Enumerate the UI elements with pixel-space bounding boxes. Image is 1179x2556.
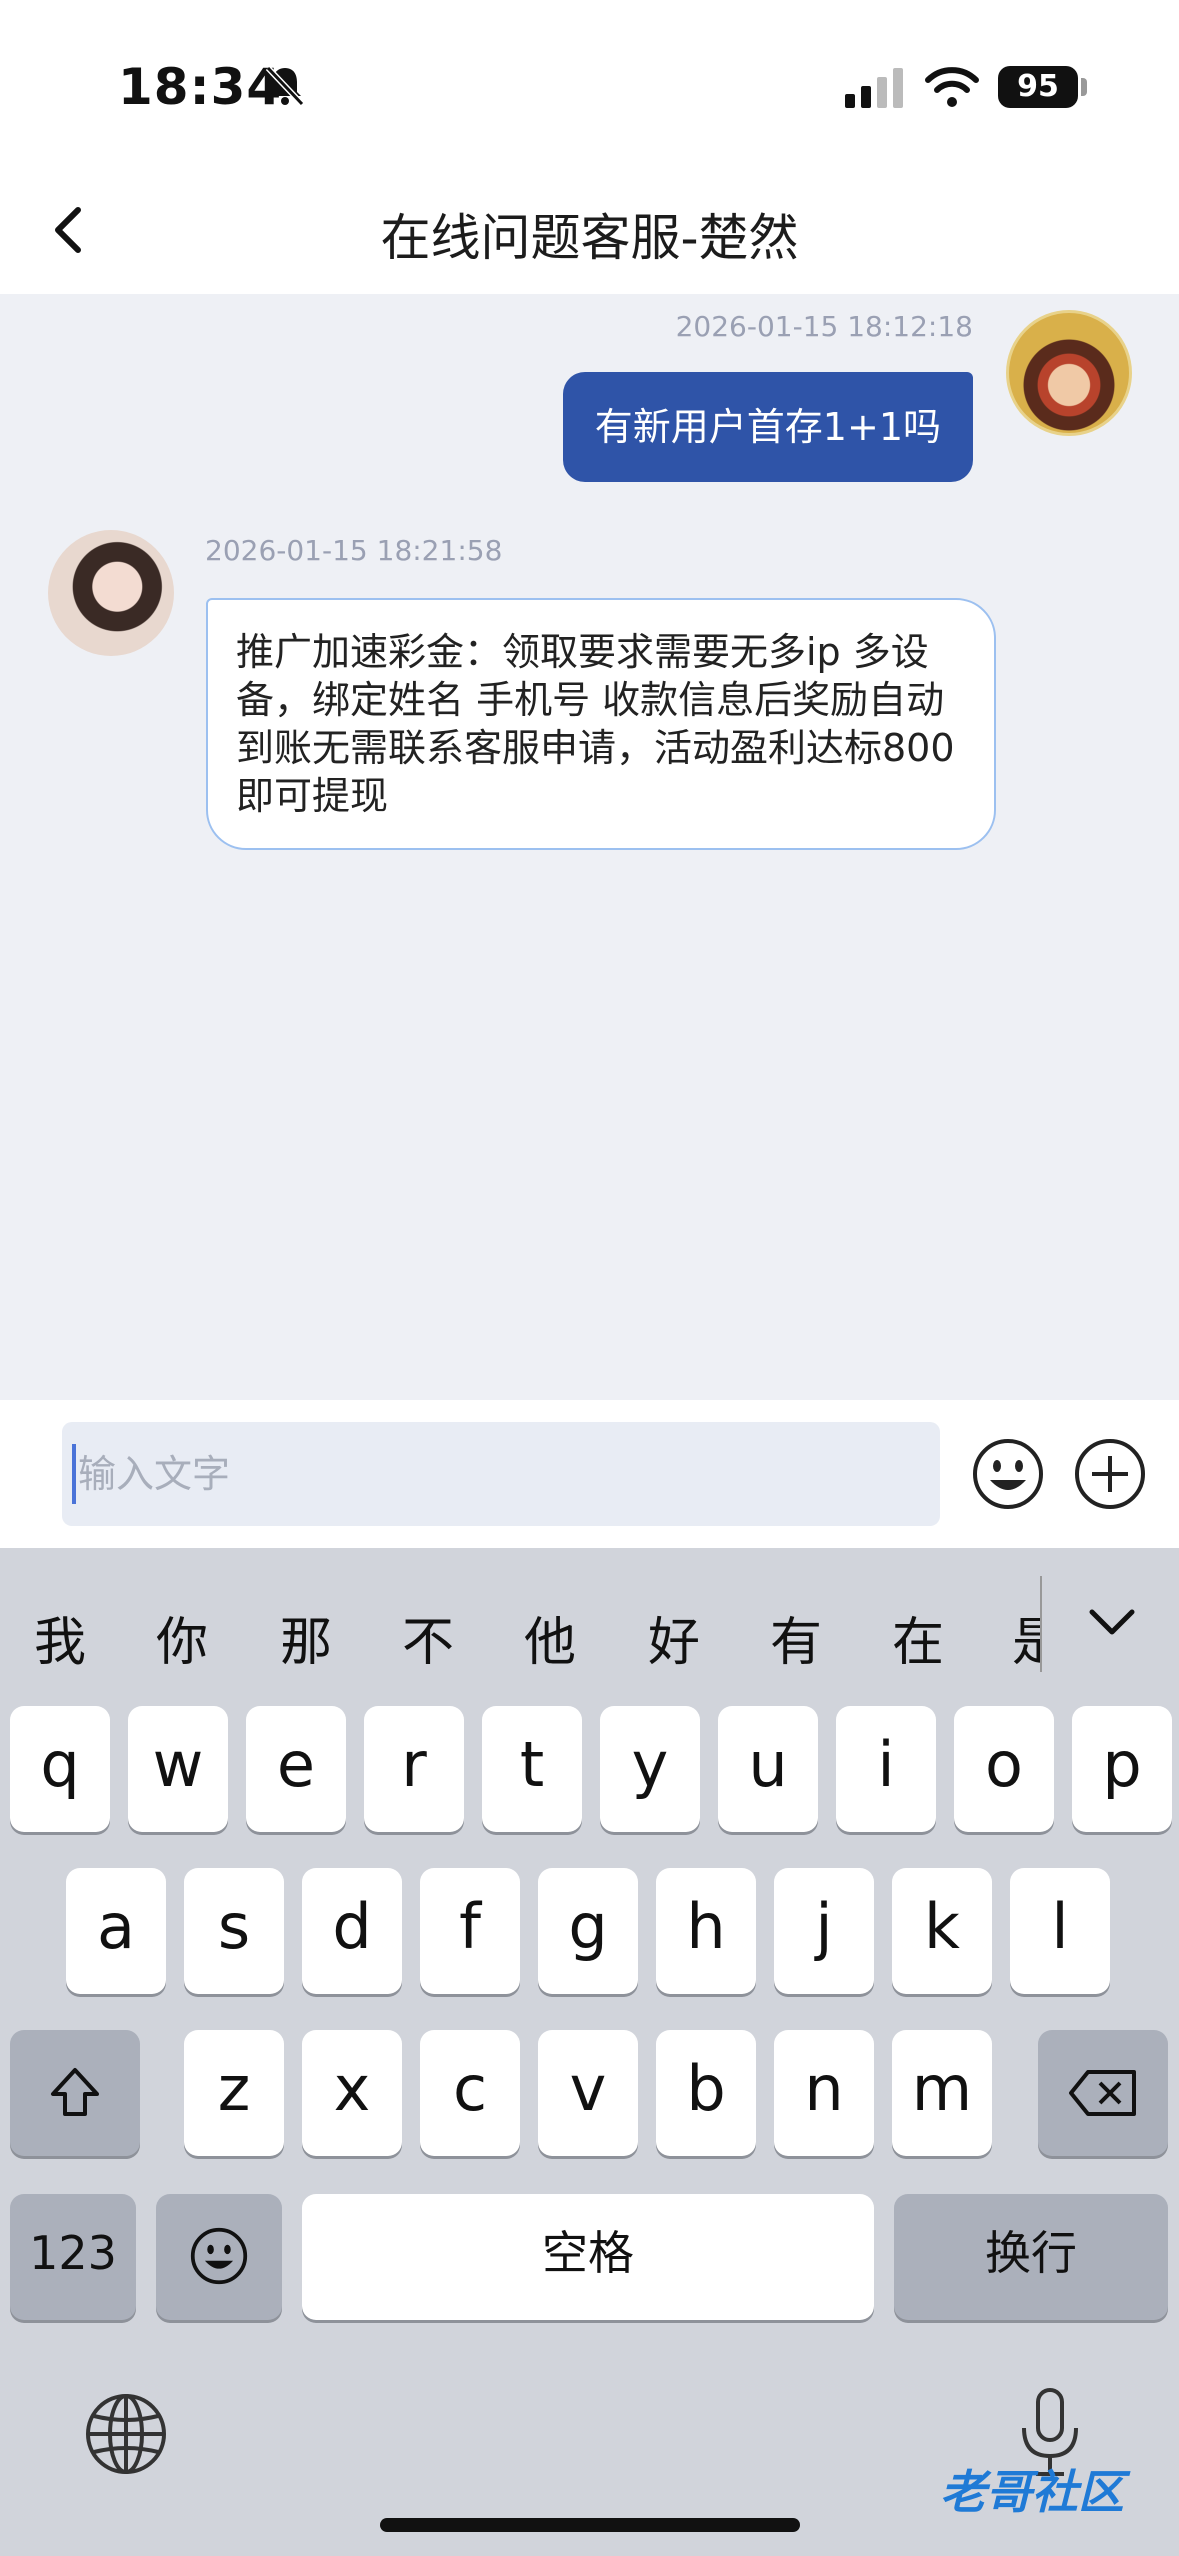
key-s[interactable]: s xyxy=(184,1868,284,1994)
key-r[interactable]: r xyxy=(364,1706,464,1832)
chat-area[interactable]: 2026-01-15 18:12:18 有新用户首存1+1吗 2026-01-1… xyxy=(0,294,1179,1400)
delete-key[interactable] xyxy=(1038,2030,1168,2156)
space-key[interactable]: 空格 xyxy=(302,2194,874,2320)
page-title: 在线问题客服-楚然 xyxy=(380,209,799,267)
return-key[interactable]: 换行 xyxy=(894,2194,1168,2320)
key-d[interactable]: d xyxy=(302,1868,402,1994)
numbers-key[interactable]: 123 xyxy=(10,2194,136,2320)
incoming-message-bubble[interactable]: 推广加速彩金：领取要求需要无多ip 多设备，绑定姓名 手机号 收款信息后奖励自动… xyxy=(206,598,996,850)
key-h[interactable]: h xyxy=(656,1868,756,1994)
emoji-icon[interactable] xyxy=(970,1436,1046,1512)
emoji-face-icon xyxy=(190,2227,248,2285)
key-v[interactable]: v xyxy=(538,2030,638,2156)
message-input[interactable] xyxy=(62,1422,940,1526)
candidate-word[interactable]: 你 xyxy=(156,1600,208,1675)
key-g[interactable]: g xyxy=(538,1868,638,1994)
key-z[interactable]: z xyxy=(184,2030,284,2156)
nav-bar: 在线问题客服-楚然 xyxy=(0,170,1179,294)
key-k[interactable]: k xyxy=(892,1868,992,1994)
keyboard: 我 你 那 不 他 好 有 在 是 q w e r t y u i o p a … xyxy=(0,1548,1179,2556)
candidate-divider xyxy=(1040,1576,1042,1672)
shift-arrow-icon xyxy=(51,2068,99,2116)
candidate-word[interactable]: 那 xyxy=(280,1600,332,1675)
key-b[interactable]: b xyxy=(656,2030,756,2156)
key-w[interactable]: w xyxy=(128,1706,228,1832)
key-m[interactable]: m xyxy=(892,2030,992,2156)
key-o[interactable]: o xyxy=(954,1706,1054,1832)
key-a[interactable]: a xyxy=(66,1868,166,1994)
key-i[interactable]: i xyxy=(836,1706,936,1832)
signal-icon xyxy=(845,68,903,108)
emoji-key[interactable] xyxy=(156,2194,282,2320)
key-c[interactable]: c xyxy=(420,2030,520,2156)
candidate-word[interactable]: 他 xyxy=(524,1600,576,1675)
battery-cap xyxy=(1081,78,1087,96)
shift-key[interactable] xyxy=(10,2030,140,2156)
key-x[interactable]: x xyxy=(302,2030,402,2156)
plus-circle-icon[interactable] xyxy=(1072,1436,1148,1512)
home-indicator xyxy=(380,2518,800,2532)
outgoing-message-bubble[interactable]: 有新用户首存1+1吗 xyxy=(562,372,973,482)
wifi-icon xyxy=(925,67,979,107)
text-caret xyxy=(72,1444,76,1504)
status-bar: 18:34 95 xyxy=(0,0,1179,170)
input-bar xyxy=(0,1400,1179,1548)
candidate-word[interactable]: 是 xyxy=(1012,1600,1040,1675)
bell-muted-icon xyxy=(265,65,305,107)
key-y[interactable]: y xyxy=(600,1706,700,1832)
battery-indicator: 95 xyxy=(998,66,1078,108)
candidate-word[interactable]: 在 xyxy=(892,1600,944,1675)
candidate-word[interactable]: 不 xyxy=(402,1600,454,1675)
key-l[interactable]: l xyxy=(1010,1868,1110,1994)
key-e[interactable]: e xyxy=(246,1706,346,1832)
user-avatar[interactable] xyxy=(1006,310,1132,436)
key-u[interactable]: u xyxy=(718,1706,818,1832)
chevron-down-icon[interactable] xyxy=(1082,1592,1142,1652)
key-p[interactable]: p xyxy=(1072,1706,1172,1832)
key-q[interactable]: q xyxy=(10,1706,110,1832)
status-time: 18:34 xyxy=(118,58,283,116)
candidate-word[interactable]: 好 xyxy=(648,1600,700,1675)
message-timestamp: 2026-01-15 18:12:18 xyxy=(675,310,973,343)
key-t[interactable]: t xyxy=(482,1706,582,1832)
agent-avatar[interactable] xyxy=(48,530,174,656)
message-timestamp: 2026-01-15 18:21:58 xyxy=(205,534,503,567)
globe-icon[interactable] xyxy=(84,2392,168,2476)
candidate-word[interactable]: 有 xyxy=(770,1600,822,1675)
key-j[interactable]: j xyxy=(774,1868,874,1994)
key-n[interactable]: n xyxy=(774,2030,874,2156)
candidate-word[interactable]: 我 xyxy=(34,1600,86,1675)
key-f[interactable]: f xyxy=(420,1868,520,1994)
backspace-icon xyxy=(1069,2070,1136,2116)
watermark-logo: 老哥社区 xyxy=(940,2465,1124,2519)
